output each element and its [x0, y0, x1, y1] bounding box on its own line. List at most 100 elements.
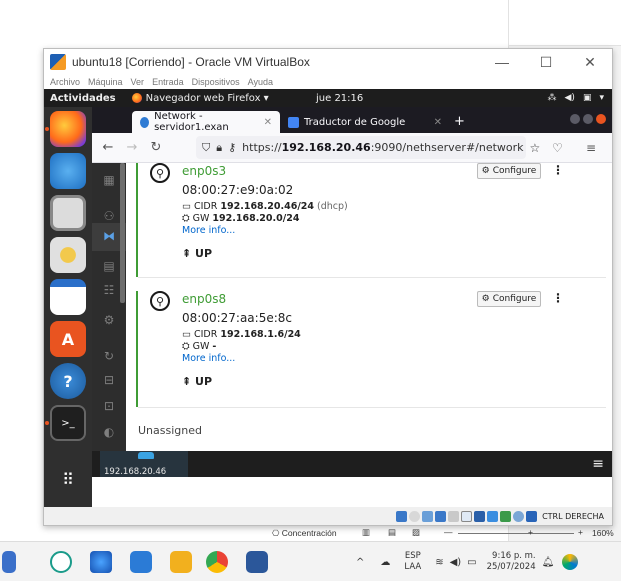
zoom-slider[interactable]	[458, 533, 574, 534]
activities-button[interactable]: Actividades	[50, 93, 116, 104]
zoom-level[interactable]: 160%	[592, 528, 614, 538]
more-info-link[interactable]: More info...	[182, 225, 235, 236]
speaker-icon[interactable]: ◀)	[450, 557, 462, 568]
wifi-icon[interactable]: ≋	[435, 557, 443, 568]
copilot-icon[interactable]	[562, 554, 579, 570]
terminal-dock-icon[interactable]: >_	[50, 405, 86, 441]
chrome-taskbar-icon[interactable]	[206, 551, 228, 573]
file-explorer-taskbar-icon[interactable]	[170, 551, 192, 573]
notification-bell-icon[interactable]: 🔔︎	[542, 557, 555, 568]
close-tab-icon[interactable]: ✕	[264, 117, 272, 128]
settings-icon[interactable]: ⚙	[99, 313, 119, 329]
gauge-icon[interactable]: ◐	[99, 425, 119, 441]
storage-icon[interactable]: ▤	[99, 259, 119, 275]
reload-button[interactable]: ↻	[144, 140, 168, 155]
teams-taskbar-icon[interactable]	[50, 551, 72, 573]
minimize-icon[interactable]	[570, 114, 580, 124]
close-tab-icon[interactable]: ✕	[434, 117, 442, 128]
new-tab-button[interactable]: +	[450, 114, 473, 133]
cloud-sync-icon[interactable]: ☁	[380, 557, 390, 568]
firefox-dock-icon[interactable]	[50, 111, 86, 147]
zoom-slider-thumb[interactable]: +	[528, 527, 533, 537]
virtualbox-statusbar: CTRL DERECHA	[44, 507, 612, 525]
maximize-icon[interactable]	[583, 114, 593, 124]
windows-taskbar: ^ ☁ ESP LAA ≋ ◀) ▭ 9:16 p. m. 25/07/2024 🔔…	[0, 541, 621, 581]
audio-icon[interactable]	[422, 510, 434, 522]
menu-entrada[interactable]: Entrada	[152, 77, 184, 87]
configure-button[interactable]: ⚙ Configure	[477, 291, 541, 307]
menu-icon[interactable]: ≡	[586, 141, 596, 155]
menu-archivo[interactable]: Archivo	[50, 77, 80, 87]
zoom-in-button[interactable]: +	[578, 527, 583, 537]
update-icon[interactable]: ↻	[99, 349, 119, 365]
chevron-up-icon[interactable]: ^	[356, 557, 364, 568]
writer-dock-icon[interactable]	[50, 279, 86, 315]
more-info-link[interactable]: More info...	[182, 353, 235, 364]
minimize-button[interactable]: —	[480, 49, 524, 75]
back-button[interactable]: ←	[96, 140, 120, 155]
server-host-tile[interactable]: 192.168.20.46	[100, 451, 188, 477]
menu-ver[interactable]: Ver	[131, 77, 145, 87]
outlook-taskbar-icon[interactable]	[2, 551, 16, 573]
menu-ayuda[interactable]: Ayuda	[248, 77, 273, 87]
show-apps-icon[interactable]: ⠿	[50, 461, 86, 497]
menu-maquina[interactable]: Máquina	[88, 77, 123, 87]
files-dock-icon[interactable]	[50, 195, 86, 231]
dashboard-icon[interactable]: ▦	[99, 173, 119, 189]
print-layout-icon[interactable]: ▤	[388, 527, 396, 538]
tab-translate[interactable]: Traductor de Google ✕	[280, 111, 450, 133]
cockpit-bottom-bar: 192.168.20.46 ≡	[92, 451, 612, 477]
interface-name[interactable]: enp0s3	[182, 164, 226, 178]
help-dock-icon[interactable]: ?	[50, 363, 86, 399]
focus-mode-button[interactable]: ⎔ Concentración	[272, 528, 337, 539]
network-nav-icon[interactable]: ⧓	[99, 229, 119, 245]
bookmark-star-icon[interactable]: ☆	[530, 141, 541, 155]
url-bar[interactable]: ⛉ 🔒︎ ⚷ https://192.168.20.46:9090/nethse…	[196, 136, 540, 159]
network-adapter-icon[interactable]	[435, 510, 447, 522]
status-up: ⇞ UP	[182, 375, 213, 388]
thunderbird-dock-icon[interactable]	[50, 153, 86, 189]
software-dock-icon[interactable]: A	[50, 321, 86, 357]
battery-icon[interactable]: ▭	[467, 557, 476, 568]
firefox-window: Network - servidor1.exan ✕ Traductor de …	[92, 107, 612, 507]
virtualbox-titlebar[interactable]: ubuntu18 [Corriendo] - Oracle VM Virtual…	[44, 49, 612, 75]
clock[interactable]: jue 21:16	[316, 93, 363, 104]
language-indicator[interactable]: ESP LAA	[404, 551, 421, 573]
close-button[interactable]: ✕	[568, 49, 612, 75]
window-title: ubuntu18 [Corriendo] - Oracle VM Virtual…	[72, 55, 310, 69]
rhythmbox-dock-icon[interactable]	[50, 237, 86, 273]
web-layout-icon[interactable]: ▨	[412, 527, 420, 538]
display-icon[interactable]	[474, 510, 486, 522]
recording-icon[interactable]	[487, 510, 499, 522]
usb-icon[interactable]	[448, 510, 460, 522]
shared-folder-icon[interactable]	[461, 510, 473, 522]
configure-button[interactable]: ⚙ Configure	[477, 163, 541, 179]
log-icon[interactable]: ⊟	[99, 373, 119, 389]
virtualbox-taskbar-icon[interactable]	[90, 551, 112, 573]
optical-drive-icon[interactable]	[409, 510, 421, 522]
photos-taskbar-icon[interactable]	[130, 551, 152, 573]
interface-name[interactable]: enp0s8	[182, 292, 226, 306]
sidebar-scrollbar[interactable]	[120, 163, 125, 303]
reading-view-icon[interactable]: ▥	[362, 527, 370, 538]
system-tray[interactable]: ⁂ ◀) ▣ ▾	[548, 93, 604, 103]
kebab-menu-icon[interactable]: ⋮	[552, 291, 564, 305]
pocket-icon[interactable]: ♡	[552, 141, 563, 155]
close-icon[interactable]	[596, 114, 606, 124]
menu-dispositivos[interactable]: Dispositivos	[192, 77, 240, 87]
mouse-integration-icon[interactable]	[513, 510, 525, 522]
kebab-menu-icon[interactable]: ⋮	[552, 163, 564, 177]
cpu-icon[interactable]	[500, 510, 512, 522]
tab-network[interactable]: Network - servidor1.exan ✕	[132, 111, 280, 133]
server-icon[interactable]: ☷	[99, 283, 119, 299]
word-taskbar-icon[interactable]	[246, 551, 268, 573]
app-menu[interactable]: Navegador web Firefox ▾	[131, 93, 269, 104]
maximize-button[interactable]: ☐	[524, 49, 568, 75]
zoom-out-button[interactable]: —	[444, 527, 453, 537]
taskbar-clock[interactable]: 9:16 p. m. 25/07/2024	[487, 551, 536, 573]
keyboard-arrow-icon[interactable]	[526, 510, 538, 522]
forward-button[interactable]: →	[120, 140, 144, 155]
hamburger-menu-icon[interactable]: ≡	[592, 456, 604, 472]
terminal-icon[interactable]: ⊡	[99, 399, 119, 415]
harddisk-icon[interactable]	[396, 510, 408, 522]
